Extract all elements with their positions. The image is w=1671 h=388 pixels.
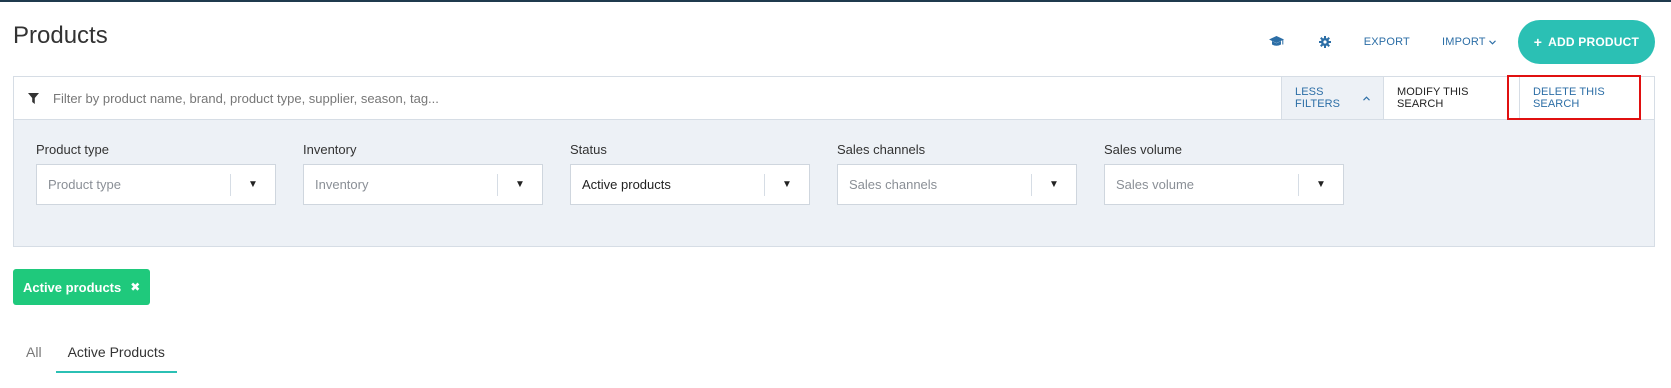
filter-sales-volume: Sales volume Sales volume ▼ bbox=[1104, 142, 1344, 205]
product-type-select[interactable]: Product type ▼ bbox=[36, 164, 276, 205]
chevron-down-icon bbox=[1488, 36, 1496, 48]
filter-label: Inventory bbox=[303, 142, 357, 157]
filter-search bbox=[14, 77, 1282, 119]
filter-status: Status Active products ▼ bbox=[570, 142, 810, 205]
gear-icon[interactable] bbox=[1316, 33, 1334, 51]
tab-active-products[interactable]: Active Products bbox=[55, 340, 177, 373]
select-value: Sales channels bbox=[838, 173, 1032, 196]
modify-search-label: MODIFY THIS SEARCH bbox=[1397, 86, 1469, 110]
inventory-select[interactable]: Inventory ▼ bbox=[303, 164, 543, 205]
caret-down-icon: ▼ bbox=[782, 179, 792, 190]
search-input[interactable] bbox=[51, 89, 1281, 107]
select-value: Inventory bbox=[304, 173, 498, 196]
plus-icon: + bbox=[1533, 34, 1543, 50]
add-product-button[interactable]: + ADD PRODUCT bbox=[1517, 20, 1655, 64]
caret-down-icon: ▼ bbox=[1316, 179, 1326, 190]
close-icon[interactable]: ✖ bbox=[130, 280, 140, 294]
chip-label: Active products bbox=[23, 279, 122, 295]
select-value: Sales volume bbox=[1105, 173, 1299, 196]
caret-down-icon: ▼ bbox=[248, 179, 258, 190]
caret-down-icon: ▼ bbox=[515, 179, 525, 190]
caret-down-icon: ▼ bbox=[1049, 179, 1059, 190]
status-select[interactable]: Active products ▼ bbox=[570, 164, 810, 205]
import-label: IMPORT bbox=[1441, 36, 1486, 48]
funnel-icon bbox=[28, 92, 39, 104]
filter-label: Status bbox=[570, 142, 607, 157]
filter-bar: LESS FILTERS MODIFY THIS SEARCH DELETE T… bbox=[14, 77, 1654, 120]
sales-volume-select[interactable]: Sales volume ▼ bbox=[1104, 164, 1344, 205]
filter-inventory: Inventory Inventory ▼ bbox=[303, 142, 543, 205]
product-tabs: All Active Products bbox=[26, 340, 203, 373]
chevron-up-icon bbox=[1363, 92, 1370, 104]
modify-search-button[interactable]: MODIFY THIS SEARCH bbox=[1384, 77, 1520, 119]
filter-label: Sales volume bbox=[1104, 142, 1183, 157]
select-value: Active products bbox=[571, 173, 765, 196]
less-filters-label: LESS FILTERS bbox=[1295, 86, 1341, 110]
import-dropdown[interactable]: IMPORT bbox=[1442, 36, 1496, 48]
top-border bbox=[0, 0, 1671, 2]
filters-row: Product type Product type ▼ Inventory In… bbox=[36, 142, 1371, 205]
sales-channels-select[interactable]: Sales channels ▼ bbox=[837, 164, 1077, 205]
filter-product-type: Product type Product type ▼ bbox=[36, 142, 276, 205]
export-button[interactable]: EXPORT bbox=[1364, 36, 1410, 48]
filter-sales-channels: Sales channels Sales channels ▼ bbox=[837, 142, 1077, 205]
page-toolbar: EXPORT IMPORT + ADD PRODUCT bbox=[1268, 20, 1655, 64]
less-filters-button[interactable]: LESS FILTERS bbox=[1282, 77, 1384, 119]
export-label: EXPORT bbox=[1363, 36, 1410, 48]
select-value: Product type bbox=[37, 173, 231, 196]
delete-search-button[interactable]: DELETE THIS SEARCH bbox=[1520, 77, 1654, 119]
page-title: Products bbox=[13, 22, 108, 49]
active-filter-chip: Active products ✖ bbox=[13, 269, 151, 305]
delete-search-label: DELETE THIS SEARCH bbox=[1533, 86, 1605, 110]
graduation-cap-icon[interactable] bbox=[1268, 33, 1286, 51]
add-product-label: ADD PRODUCT bbox=[1548, 35, 1639, 49]
filter-label: Sales channels bbox=[837, 142, 926, 157]
filter-panel: LESS FILTERS MODIFY THIS SEARCH DELETE T… bbox=[13, 76, 1655, 247]
filter-label: Product type bbox=[36, 142, 109, 157]
tab-all[interactable]: All bbox=[26, 340, 42, 373]
